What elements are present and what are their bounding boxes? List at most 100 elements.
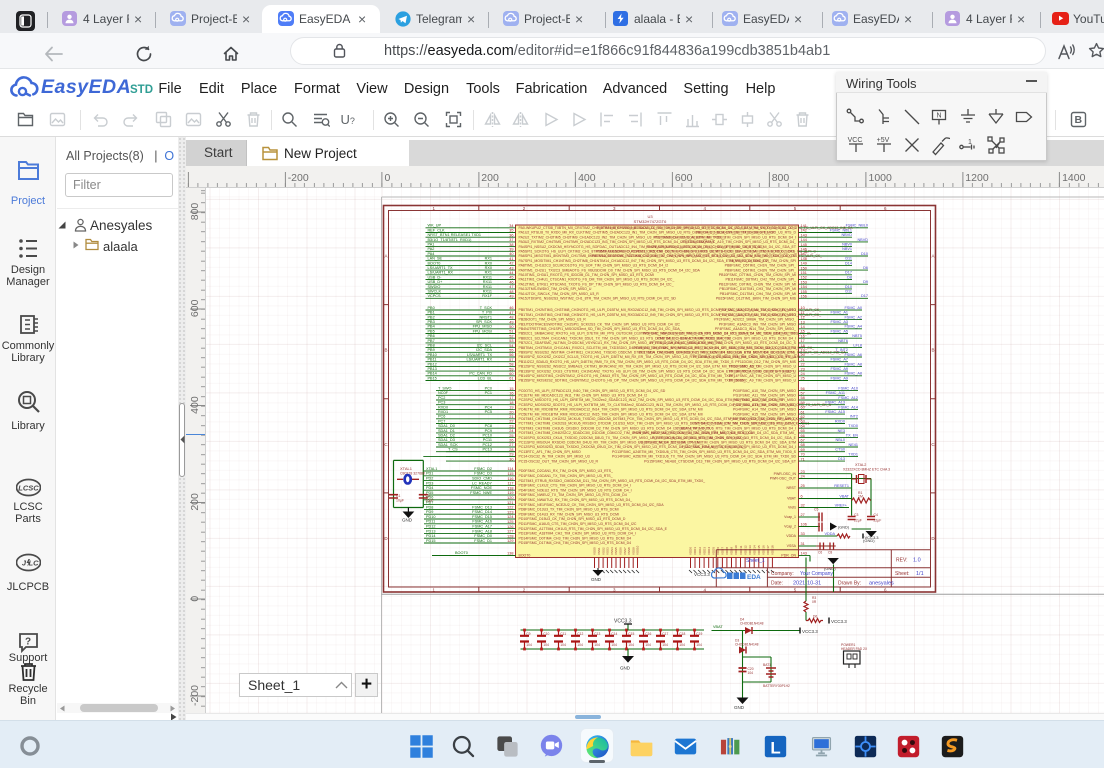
svg-text:TX_EN: TX_EN — [846, 434, 858, 438]
svg-text:46: 46 — [509, 280, 513, 284]
svg-text:PD10FSMC_D15U3_CK_TIM_CH2N_SPI: PD10FSMC_D15U3_CK_TIM_CH2N_SPI_MISO_U3_R… — [519, 517, 626, 521]
svg-text:138: 138 — [507, 552, 513, 556]
svg-text:104: 104 — [748, 671, 754, 675]
svg-text:31: 31 — [801, 542, 805, 546]
svg-text:16: 16 — [801, 334, 805, 338]
svg-text:FSMC_A17: FSMC_A17 — [472, 525, 492, 529]
svg-text:55: 55 — [509, 349, 513, 353]
svg-text:TXD1: TXD1 — [848, 452, 858, 456]
svg-text:Sheet_1: Sheet_1 — [746, 558, 765, 564]
svg-text:PC13: PC13 — [483, 448, 493, 452]
svg-text:PA2: PA2 — [428, 247, 435, 251]
svg-text:123: 123 — [507, 510, 513, 514]
svg-text:PG1FSMC_A11_TIM_CH2N_SPI_MISO: PG1FSMC_A11_TIM_CH2N_SPI_MISO — [733, 394, 796, 398]
svg-text:C10: C10 — [543, 632, 549, 636]
svg-text:143: 143 — [801, 233, 807, 237]
svg-text:GND: GND — [591, 577, 602, 582]
svg-text:PB5TRACBD2FSMC_A21TIM9_CH1DCMI: PB5TRACBD2FSMC_A21TIM9_CH1DCMI_D6_TIM_CH… — [596, 250, 796, 254]
svg-text:FSMC_NWE: FSMC_NWE — [470, 491, 492, 495]
svg-text:PD3FSMC_CLKU2_CTS_TIM_CH2N_SPI: PD3FSMC_CLKU2_CTS_TIM_CH2N_SPI_MISO_U3_R… — [519, 484, 631, 488]
svg-text:10µF: 10µF — [426, 499, 434, 503]
svg-text:PA9TIM1_CH2U1_TXI2C3_SMBAOTG_F: PA9TIM1_CH2U1_TXI2C3_SMBAOTG_FS_VBUSDCMI… — [519, 268, 701, 272]
svg-text:42: 42 — [509, 262, 513, 266]
svg-text:20: 20 — [801, 353, 805, 357]
svg-text:(GND): (GND) — [838, 526, 850, 530]
svg-text:T_CS: T_CS — [448, 448, 458, 452]
svg-text:NE41: NE41 — [849, 443, 859, 447]
svg-text:PC13RTC_AF1_TIM_CH2N_SPI_MISO: PC13RTC_AF1_TIM_CH2N_SPI_MISO — [519, 450, 581, 454]
svg-text:6: 6 — [801, 495, 803, 499]
svg-text:C6: C6 — [818, 551, 822, 555]
svg-text:PB3JTDOTRACESWOTIM2_CH2SPI1_SC: PB3JTDOTRACESWOTIM2_CH2SPI1_SCKI2S3_CK_T… — [519, 322, 681, 326]
svg-text:PB11: PB11 — [428, 358, 437, 362]
svg-text:D10: D10 — [861, 252, 868, 256]
svg-text:PC7: PC7 — [438, 419, 445, 423]
svg-text:SDA1_D1: SDA1_D1 — [438, 429, 455, 433]
svg-text:Company:: Company: — [771, 571, 794, 577]
svg-text:PB15SPI2_MOSII2S2_SDTIM1_CH3NT: PB15SPI2_MOSII2S2_SDTIM1_CH3NTIM12_CH2OT… — [519, 379, 746, 383]
svg-text:?: ? — [25, 637, 31, 648]
svg-text:PG12FSMC_NE4U6_RTS_TIM_CH2N_SP: PG12FSMC_NE4U6_RTS_TIM_CH2N_SPI_MISO_U3_… — [682, 445, 796, 449]
svg-text:GND: GND — [402, 518, 413, 523]
svg-text:PB10FSMC_D7TIM1_CH2N_TIM_CH2N_: PB10FSMC_D7TIM1_CH2N_TIM_CH2N_SPI_MI — [719, 273, 796, 277]
svg-text:VCC3.3: VCC3.3 — [802, 629, 818, 634]
svg-text:PC14-OSC32_IN_TIM_CH2N_SPI_MIS: PC14-OSC32_IN_TIM_CH2N_SPI_MISO_U3 — [519, 455, 590, 459]
svg-text:23: 23 — [509, 424, 513, 428]
svg-text:USB_D+: USB_D+ — [428, 280, 444, 284]
svg-text:PD4: PD4 — [426, 486, 433, 490]
svg-text:PG0FSMC_A10_TIM_CH2N_SPI_MISO: PG0FSMC_A10_TIM_CH2N_SPI_MISO — [733, 389, 796, 393]
svg-text:PF3FSMC_A3ADC3_IN9_TIM_CH2N_SP: PF3FSMC_A3ADC3_IN9_TIM_CH2N_SPI_MISO — [719, 322, 796, 326]
svg-text:PA13JTMS-SWDIO_TIM_CH2N_SPI_MI: PA13JTMS-SWDIO_TIM_CH2N_SPI_MISO_U — [519, 287, 592, 291]
svg-text:VCC3.3: VCC3.3 — [614, 619, 632, 625]
svg-text:14: 14 — [801, 325, 805, 329]
svg-text:56: 56 — [509, 353, 513, 357]
svg-text:C80378 32768K: C80378 32768K — [400, 472, 426, 476]
svg-text:PF8TIM13_CH1FSMC_NIOWRADC3_IN6: PF8TIM13_CH1FSMC_NIOWRADC3_IN6_TIM_CH2N_… — [634, 346, 796, 350]
svg-text:FSMC_A5: FSMC_A5 — [830, 329, 848, 333]
svg-text:T_PI0: T_PI0 — [482, 311, 492, 315]
svg-text:I2C_SCL: I2C_SCL — [477, 344, 492, 348]
svg-text:C8: C8 — [828, 551, 832, 555]
svg-text:BOOT0: BOOT0 — [519, 554, 531, 558]
svg-text:PD2: PD2 — [426, 477, 433, 481]
svg-text:FSMC_D14: FSMC_D14 — [472, 510, 492, 514]
svg-text:61: 61 — [509, 377, 513, 381]
svg-text:RX1: RX1 — [485, 271, 492, 275]
svg-text:148: 148 — [801, 257, 807, 261]
svg-text:FSMC_D3: FSMC_D3 — [474, 472, 492, 476]
svg-text:CHODB1N4148: CHODB1N4148 — [740, 621, 764, 625]
svg-text:NRST1: NRST1 — [480, 315, 492, 319]
svg-text:VCC3.3: VCC3.3 — [831, 619, 847, 624]
svg-text:D13: D13 — [838, 457, 845, 461]
svg-text:FSMC_D0: FSMC_D0 — [474, 534, 492, 538]
svg-text:128: 128 — [507, 534, 513, 538]
svg-text:PD9: PD9 — [426, 510, 433, 514]
svg-text:PB13: PB13 — [428, 367, 437, 371]
svg-text:1.0: 1.0 — [913, 558, 921, 564]
svg-text:121: 121 — [507, 501, 513, 505]
svg-text:44: 44 — [509, 271, 513, 275]
svg-text:STM32H747ZGT6: STM32H747ZGT6 — [634, 219, 667, 224]
svg-text:B: B — [931, 348, 934, 353]
svg-text:D14: D14 — [845, 261, 852, 265]
svg-text:PG11FSMC_NCE4_2ETM_MII_TX_EN_T: PG11FSMC_NCE4_2ETM_MII_TX_EN_TIM_CH2N_SP… — [638, 441, 796, 445]
svg-text:FSMC_D13: FSMC_D13 — [472, 505, 492, 509]
svg-text:BOOT0: BOOT0 — [455, 551, 468, 555]
svg-text:PD12FSMC_A17TIM4_CH1U3_RTS_TIM: PD12FSMC_A17TIM4_CH1U3_RTS_TIM_CH2N_SPI_… — [519, 527, 668, 531]
svg-text:58: 58 — [509, 363, 513, 367]
svg-text:anesyales: anesyales — [869, 581, 894, 587]
svg-text:PD14: PD14 — [426, 534, 436, 538]
svg-text:129: 129 — [507, 539, 513, 543]
svg-text:PB0: PB0 — [428, 306, 435, 310]
svg-text:115: 115 — [507, 472, 513, 476]
svg-text:PG4FSMC_A14_TIM_CH2N_SPI_MISO: PG4FSMC_A14_TIM_CH2N_SPI_MISO — [733, 408, 796, 412]
svg-text:C16: C16 — [645, 632, 651, 636]
svg-text:FSMC_A10: FSMC_A10 — [838, 387, 858, 391]
svg-text:VDD8: VDD8 — [725, 547, 729, 555]
svg-text:PC4ETM_MII_RXD0BTM_RMII_RXD0AD: PC4ETM_MII_RXD0BTM_RMII_RXD0ADC12_IN14_T… — [519, 408, 703, 412]
svg-text:63: 63 — [801, 420, 805, 424]
svg-text:PF10FSMC_INTRADC3_IN8_TIM_CH2N: PF10FSMC_INTRADC3_IN8_TIM_CH2N_SPI_MISO_… — [693, 355, 796, 359]
svg-text:PC0: PC0 — [485, 387, 492, 391]
svg-text:PF15FSMC_A9_TIM_CH2N_SPI_MISO_: PF15FSMC_A9_TIM_CH2N_SPI_MISO_U — [729, 379, 796, 383]
svg-text:104: 104 — [543, 643, 549, 647]
